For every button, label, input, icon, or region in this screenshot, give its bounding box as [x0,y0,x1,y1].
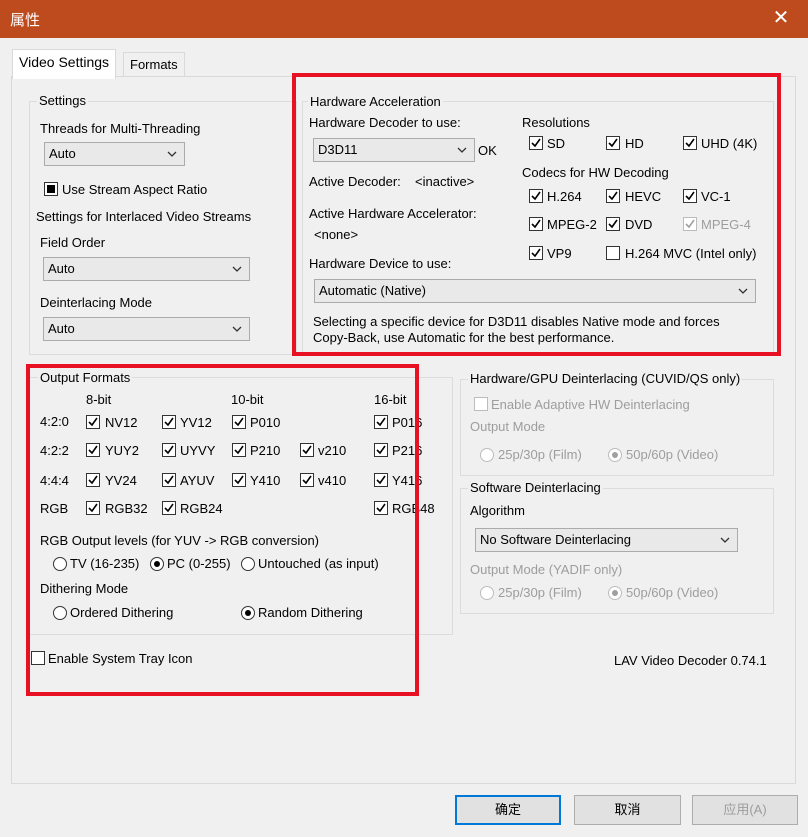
radio-selected-dot [612,452,618,458]
sw-deint-title: Software Deinterlacing [468,480,603,495]
settings-group-title: Settings [37,93,88,108]
deint-mode-value: Auto [48,321,75,336]
highlight-box-hw-accel [292,73,781,356]
sw-film-radio [480,586,494,600]
adaptive-hw-deint-checkbox [474,397,488,411]
chevron-down-icon [232,326,242,332]
algorithm-value: No Software Deinterlacing [480,532,632,547]
field-order-label: Field Order [40,235,106,250]
threads-value: Auto [49,146,76,161]
sw-film-label: 25p/30p (Film) [498,585,582,600]
window-title: 属性 [10,12,41,29]
tab-formats[interactable]: Formats [123,52,185,79]
deint-mode-label: Deinterlacing Mode [40,295,153,310]
threads-dropdown[interactable]: Auto [44,142,185,166]
ok-button[interactable]: 确定 [455,795,561,825]
gpu-film-radio [480,448,494,462]
gpu-film-label: 25p/30p (Film) [498,447,582,462]
apply-button: 应用(A) [692,795,798,825]
gpu-output-mode-label: Output Mode [470,419,546,434]
chevron-down-icon [720,537,730,543]
chevron-down-icon [167,151,177,157]
algorithm-dropdown[interactable]: No Software Deinterlacing [475,528,738,552]
close-icon[interactable]: ✕ [768,5,794,31]
adaptive-hw-deint-label: Enable Adaptive HW Deinterlacing [491,397,690,412]
highlight-box-output-formats [26,364,419,696]
version-label: LAV Video Decoder 0.74.1 [614,653,767,668]
gpu-deint-title: Hardware/GPU Deinterlacing (CUVID/QS onl… [468,371,743,386]
tab-video-settings[interactable]: Video Settings [12,49,117,79]
interlaced-label: Settings for Interlaced Video Streams [36,209,252,224]
radio-selected-dot [612,590,618,596]
field-order-value: Auto [48,261,75,276]
sw-video-radio [608,586,622,600]
deint-mode-dropdown[interactable]: Auto [43,317,250,341]
gpu-video-radio [608,448,622,462]
algorithm-label: Algorithm [470,503,525,518]
threads-label: Threads for Multi-Threading [40,121,201,136]
cancel-button[interactable]: 取消 [574,795,681,825]
sw-video-label: 50p/60p (Video) [626,585,719,600]
title-bar: 属性 ✕ [0,0,808,38]
aspect-ratio-label: Use Stream Aspect Ratio [62,182,208,197]
chevron-down-icon [232,266,242,272]
gpu-video-label: 50p/60p (Video) [626,447,719,462]
aspect-ratio-checkbox[interactable] [44,182,58,196]
sw-output-mode-label: Output Mode (YADIF only) [470,562,623,577]
field-order-dropdown[interactable]: Auto [43,257,250,281]
